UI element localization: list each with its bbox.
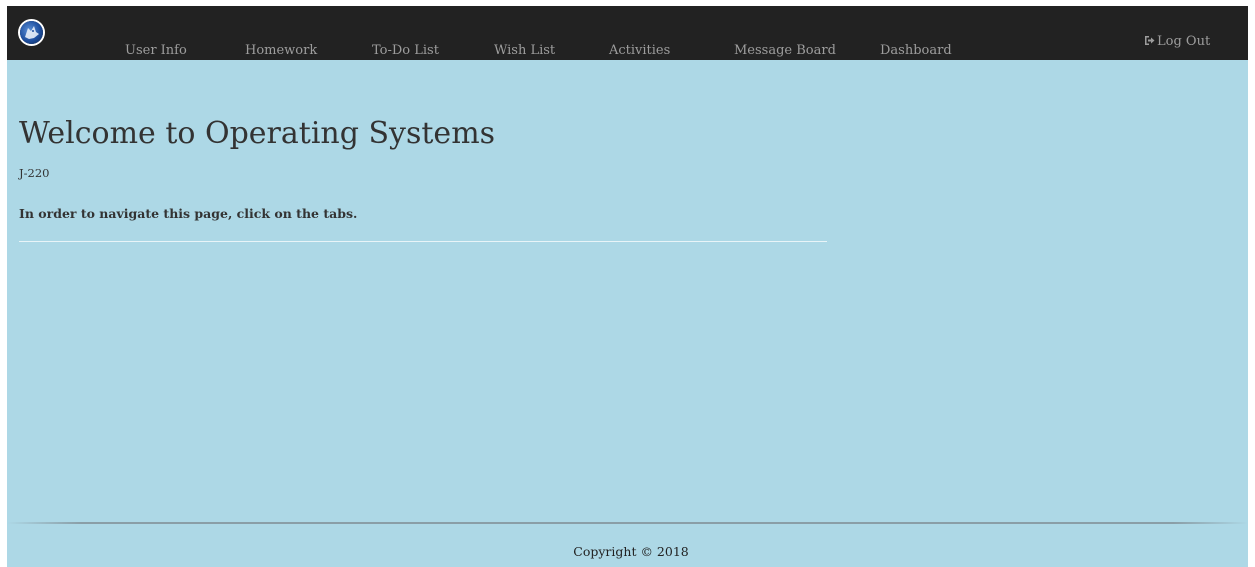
copyright-text: Copyright © 2018 bbox=[573, 544, 689, 559]
wolf-logo-icon[interactable] bbox=[20, 21, 43, 44]
log-out-icon bbox=[1144, 35, 1155, 46]
nav-activities[interactable]: Activities bbox=[609, 43, 670, 59]
nav-message-board[interactable]: Message Board bbox=[734, 43, 836, 59]
top-navbar: User Info Homework To-Do List Wish List … bbox=[7, 6, 1248, 60]
log-out-label: Log Out bbox=[1157, 34, 1211, 49]
footer-divider bbox=[7, 522, 1248, 524]
nav-to-do-list[interactable]: To-Do List bbox=[372, 43, 439, 59]
nav-wish-list[interactable]: Wish List bbox=[494, 43, 555, 59]
page-frame: User Info Homework To-Do List Wish List … bbox=[7, 6, 1248, 567]
nav-user-info[interactable]: User Info bbox=[125, 43, 187, 59]
instructions-text: In order to navigate this page, click on… bbox=[19, 206, 358, 221]
content-divider bbox=[19, 241, 827, 242]
room-number: J-220 bbox=[19, 166, 50, 180]
nav-homework[interactable]: Homework bbox=[245, 43, 317, 59]
nav-dashboard[interactable]: Dashboard bbox=[880, 43, 952, 59]
log-out-button[interactable]: Log Out bbox=[1144, 34, 1210, 50]
page-title: Welcome to Operating Systems bbox=[19, 116, 496, 151]
